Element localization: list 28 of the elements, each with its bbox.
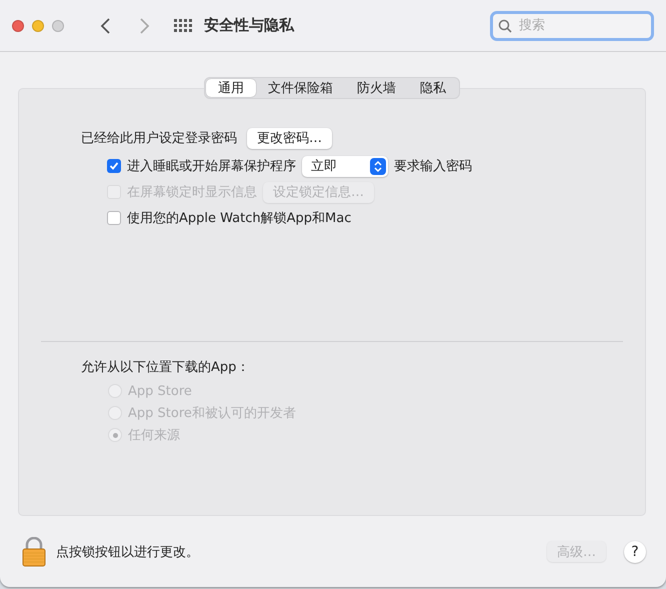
option-label: 使用您的Apple Watch解锁App和Mac	[127, 210, 352, 227]
tab[interactable]: 通用	[206, 79, 256, 97]
close-button[interactable]	[12, 20, 24, 32]
lock-hint: 点按锁按钮以进行更改。	[56, 544, 199, 560]
option-suffix: 要求输入密码	[394, 158, 472, 175]
radio-label: 任何来源	[128, 427, 180, 444]
tab[interactable]: 文件保险箱	[256, 79, 345, 97]
search-field[interactable]: 搜索	[490, 10, 654, 40]
tab[interactable]: 隐私	[408, 79, 458, 97]
zoom-button[interactable]	[52, 20, 64, 32]
change-password-button[interactable]: 更改密码…	[247, 128, 332, 148]
window-title: 安全性与隐私	[204, 16, 294, 35]
search-icon	[498, 18, 512, 32]
stepper-icon	[370, 158, 386, 174]
lock-icon[interactable]	[22, 536, 46, 566]
tab[interactable]: 防火墙	[345, 79, 408, 97]
downloads-label: 允许从以下位置下载的App：	[81, 359, 250, 376]
help-button[interactable]: ?	[624, 540, 646, 562]
password-label: 已经给此用户设定登录密码	[81, 130, 237, 147]
delay-popup[interactable]: 立即	[302, 156, 388, 176]
radio-label: App Store	[128, 384, 192, 398]
radio-label: App Store和被认可的开发者	[128, 405, 296, 422]
option-label: 进入睡眠或开始屏幕保护程序	[127, 158, 296, 175]
minimize-button[interactable]	[32, 20, 44, 32]
checkbox[interactable]	[107, 159, 121, 173]
option-label: 在屏幕锁定时显示信息	[127, 184, 257, 201]
checkbox[interactable]	[107, 211, 121, 225]
grid-icon[interactable]	[174, 18, 192, 32]
